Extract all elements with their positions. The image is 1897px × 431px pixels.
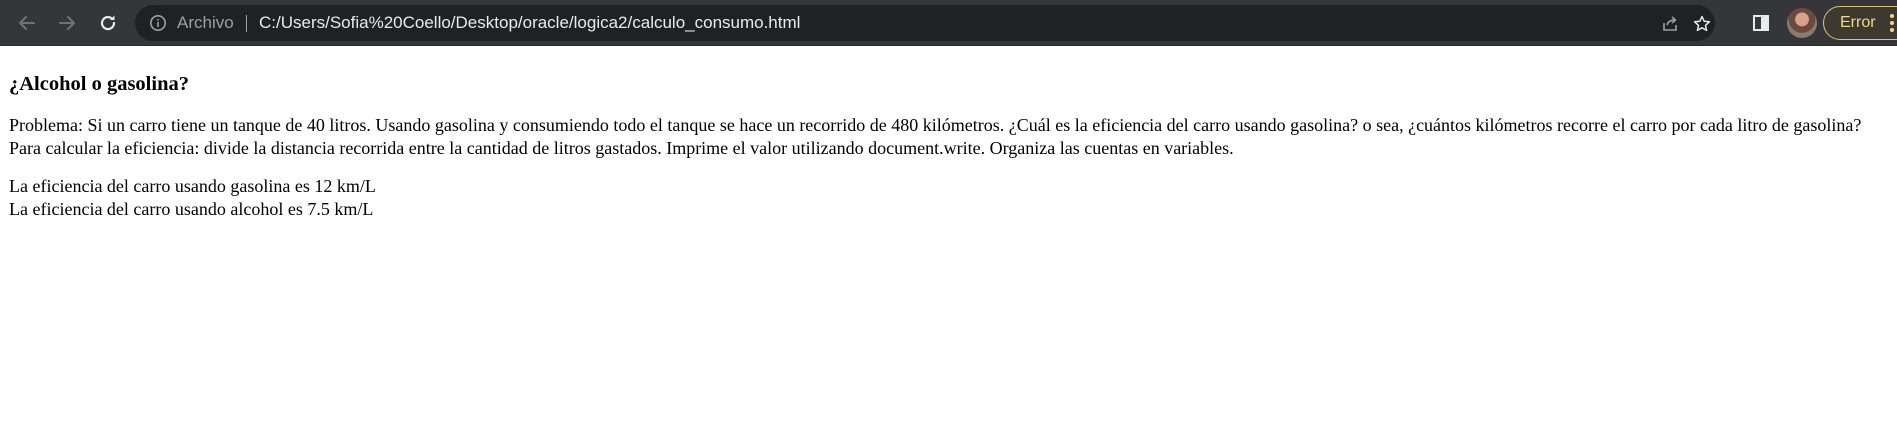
- browser-toolbar: Archivo C:/Users/Sofia%20Coello/Desktop/…: [0, 0, 1897, 46]
- back-button[interactable]: [13, 9, 41, 37]
- result-line-alcohol: La eficiencia del carro usando alcohol e…: [9, 199, 374, 219]
- info-icon[interactable]: [149, 14, 167, 32]
- reload-button[interactable]: [94, 9, 122, 37]
- omnibox-separator: [246, 15, 247, 32]
- url-text[interactable]: C:/Users/Sofia%20Coello/Desktop/oracle/l…: [259, 5, 800, 41]
- forward-button[interactable]: [53, 9, 81, 37]
- star-icon: [1693, 15, 1711, 32]
- side-panel-button[interactable]: [1750, 12, 1772, 34]
- error-label: Error: [1840, 14, 1876, 31]
- share-icon: [1663, 16, 1677, 31]
- scheme-label: Archivo: [177, 13, 234, 32]
- page-heading: ¿Alcohol o gasolina?: [9, 73, 189, 95]
- page-content: ¿Alcohol o gasolina? Problema: Si un car…: [9, 46, 1889, 221]
- address-bar[interactable]: Archivo C:/Users/Sofia%20Coello/Desktop/…: [135, 5, 1715, 41]
- profile-avatar[interactable]: [1787, 8, 1817, 38]
- problem-statement: Problema: Si un carro tiene un tanque de…: [9, 115, 1862, 158]
- share-button[interactable]: [1659, 13, 1681, 35]
- arrow-left-icon: [19, 16, 35, 30]
- arrow-right-icon: [59, 16, 75, 30]
- result-line-gasolina: La eficiencia del carro usando gasolina …: [9, 176, 376, 196]
- bookmark-button[interactable]: [1691, 13, 1713, 35]
- results-output: La eficiencia del carro usando gasolina …: [9, 175, 1889, 221]
- kebab-menu-icon[interactable]: [1890, 14, 1894, 32]
- reload-icon: [100, 15, 116, 31]
- profile-error-chip[interactable]: Error: [1823, 6, 1897, 40]
- side-panel-icon: [1753, 15, 1769, 31]
